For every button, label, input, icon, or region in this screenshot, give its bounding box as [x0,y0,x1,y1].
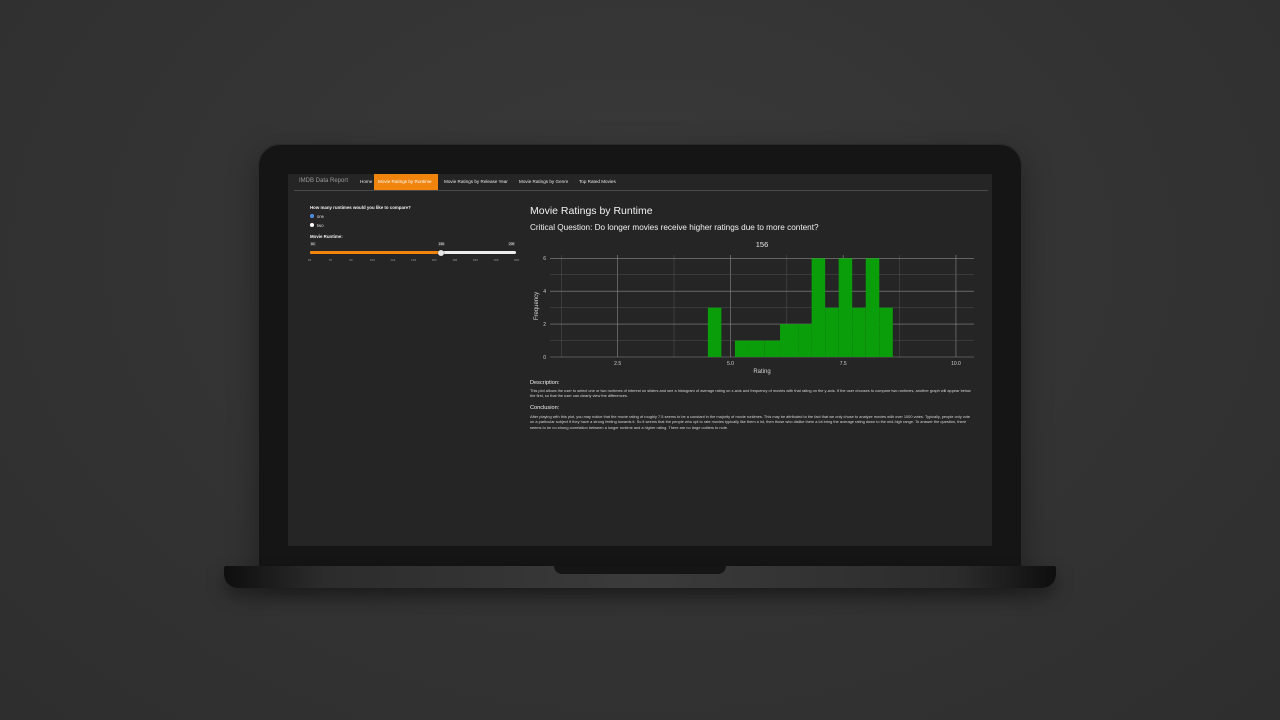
slider-max-label: 209 [508,242,516,246]
tab-movie-ratings-by-runtime[interactable]: Movie Ratings by Runtime [374,174,438,190]
histogram-bar [852,307,866,357]
rating-histogram: 2.5 5.0 7.5 10.0 0 2 4 6 156 Rating Frequency [534,240,974,375]
slider-tick-label: 184 [472,258,478,262]
histogram-bar [734,340,749,357]
histogram-bar [707,307,722,357]
laptop-lid: IMDB Data Report Home Movie Ratings by R… [258,144,1022,572]
app-brand[interactable]: IMDB Data Report [299,178,348,184]
x-axis-label: Rating [753,369,770,375]
slider-tick-label: 124 [390,258,396,262]
slider-tick-label: 209 [514,258,520,262]
tab-top-rated-movies[interactable]: Top Rated Movies [575,174,620,190]
slider-value-label: 156 [437,242,446,246]
y-axis-label: Frequency [534,292,540,320]
histogram-bar [879,307,893,357]
page-title: Movie Ratings by Runtime [530,205,653,217]
slider-tick-label: 94 [349,258,353,262]
radio-selected-icon[interactable] [310,214,314,218]
histogram-bar [865,258,880,357]
runtime-slider-handle[interactable] [437,249,444,256]
y-tick-label: 0 [543,355,546,361]
y-tick-label: 6 [543,256,546,262]
app-screen: IMDB Data Report Home Movie Ratings by R… [288,174,992,546]
critical-question: Critical Question: Do longer movies rece… [530,223,819,232]
slider-tick-label: 154 [431,258,437,262]
chart-title: 156 [756,240,769,249]
histogram-bar [825,307,839,357]
histogram-bar [748,340,765,357]
x-tick-label: 2.5 [614,361,621,367]
histogram-bar [764,340,781,357]
tab-movie-ratings-by-release-year[interactable]: Movie Ratings by Release Year [440,174,512,190]
radio-label-one: one [317,213,324,219]
histogram-bar [780,324,799,357]
slider-tick-label: 199 [493,258,499,262]
radio-label-two: two [317,222,324,228]
x-tick-label: 10.0 [951,361,961,367]
slider-label: Movie Runtime: [310,234,343,239]
description-heading: Description: [530,380,560,386]
histogram-bar [811,258,826,357]
runtime-count-question: How many runtimes would you like to comp… [310,205,411,210]
x-tick-label: 7.5 [840,361,847,367]
slider-tick-label: 139 [411,258,417,262]
conclusion-text: After playing with this plot, you may no… [530,414,971,430]
slider-tick-label: 79 [328,258,332,262]
runtime-slider-track[interactable] [310,249,516,256]
y-tick-label: 4 [543,289,546,295]
slider-tick-label: 169 [452,258,458,262]
slider-min-label: 64 [310,242,316,246]
tab-movie-ratings-by-genre[interactable]: Movie Ratings by Genre [515,174,572,190]
slider-tick-label: 64 [308,258,312,262]
histogram-bar [798,324,812,357]
runtime-slider-fill [310,251,441,254]
y-tick-label: 2 [543,322,546,328]
laptop-base [224,566,1056,588]
radio-unselected-icon[interactable] [310,223,314,227]
description-text: This plot allows the user to select one … [530,388,971,399]
conclusion-heading: Conclusion: [530,405,560,411]
laptop-notch [554,566,726,574]
navbar: IMDB Data Report Home Movie Ratings by R… [294,174,988,191]
x-tick-label: 5.0 [727,361,734,367]
histogram-bar [838,258,853,357]
slider-tick-label: 109 [369,258,375,262]
